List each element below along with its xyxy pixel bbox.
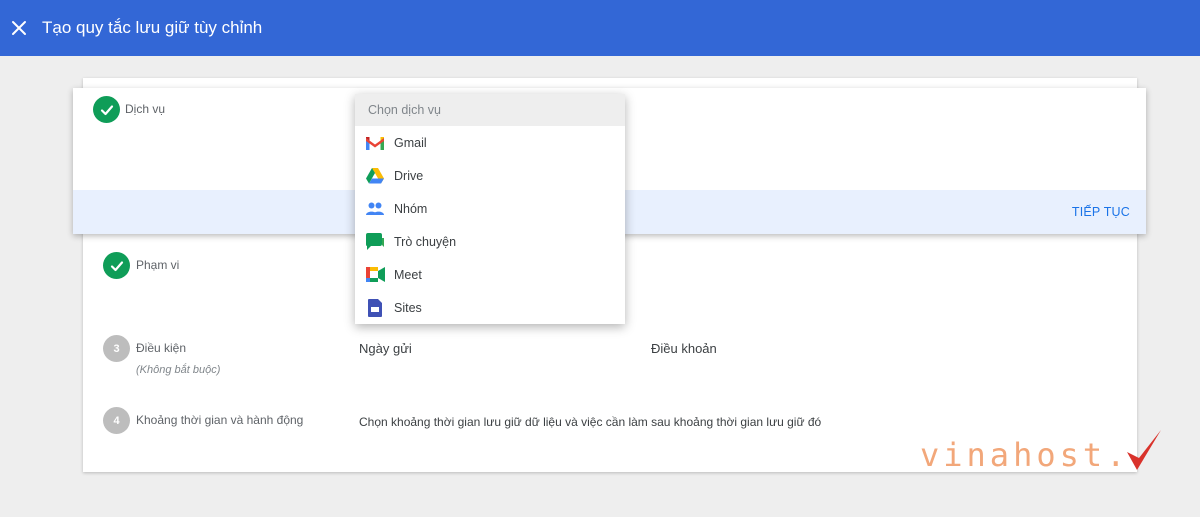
page-title: Tạo quy tắc lưu giữ tùy chỉnh bbox=[42, 18, 263, 37]
dropdown-item-label: Meet bbox=[394, 267, 422, 282]
dropdown-item-chat[interactable]: Trò chuyện bbox=[355, 225, 625, 258]
continue-button[interactable]: TIẾP TỤC bbox=[1072, 205, 1130, 219]
step-4-number: 4 bbox=[103, 407, 130, 434]
step-duration-description: Chọn khoảng thời gian lưu giữ dữ liệu và… bbox=[359, 415, 822, 429]
step-duration-label[interactable]: Khoảng thời gian và hành động bbox=[136, 413, 303, 427]
gmail-icon bbox=[365, 133, 385, 153]
meet-icon bbox=[365, 265, 385, 285]
groups-icon bbox=[365, 199, 385, 219]
dropdown-item-label: Nhóm bbox=[394, 201, 428, 216]
step-scope-label[interactable]: Phạm vi bbox=[136, 258, 179, 272]
step-service-label: Dịch vụ bbox=[125, 102, 166, 116]
dropdown-item-drive[interactable]: Drive bbox=[355, 159, 625, 192]
checkmark-logo-icon bbox=[1127, 430, 1162, 470]
dropdown-item-meet[interactable]: Meet bbox=[355, 258, 625, 291]
service-dropdown[interactable]: Chọn dịch vụ Gmail Drive Nhóm Trò chuyện… bbox=[355, 94, 625, 324]
step-conditions-label[interactable]: Điều kiện bbox=[136, 341, 186, 355]
dropdown-item-sites[interactable]: Sites bbox=[355, 291, 625, 324]
watermark-text: vinahost. bbox=[920, 436, 1130, 474]
step-3-number: 3 bbox=[103, 335, 130, 362]
dropdown-item-gmail[interactable]: Gmail bbox=[355, 126, 625, 159]
dropdown-item-label: Trò chuyện bbox=[394, 234, 457, 249]
sites-icon bbox=[365, 298, 385, 318]
condition-terms: Điều khoản bbox=[651, 341, 717, 356]
step-scope-check-icon bbox=[103, 252, 130, 279]
dropdown-item-groups[interactable]: Nhóm bbox=[355, 192, 625, 225]
dropdown-item-label: Gmail bbox=[394, 135, 427, 150]
vinahost-watermark: vinahost. bbox=[920, 424, 1163, 474]
dropdown-item-label: Drive bbox=[394, 168, 424, 183]
close-icon bbox=[12, 21, 26, 35]
step-conditions-optional: (Không bắt buộc) bbox=[136, 364, 221, 376]
dropdown-item-label: Sites bbox=[394, 300, 422, 315]
service-dropdown-placeholder[interactable]: Chọn dịch vụ bbox=[355, 94, 625, 126]
top-app-bar: Tạo quy tắc lưu giữ tùy chỉnh bbox=[0, 0, 1200, 56]
chat-icon bbox=[365, 232, 385, 252]
condition-send-date: Ngày gửi bbox=[359, 341, 412, 356]
close-button[interactable] bbox=[5, 14, 33, 42]
drive-icon bbox=[365, 166, 385, 186]
step-complete-check-icon bbox=[93, 96, 120, 123]
